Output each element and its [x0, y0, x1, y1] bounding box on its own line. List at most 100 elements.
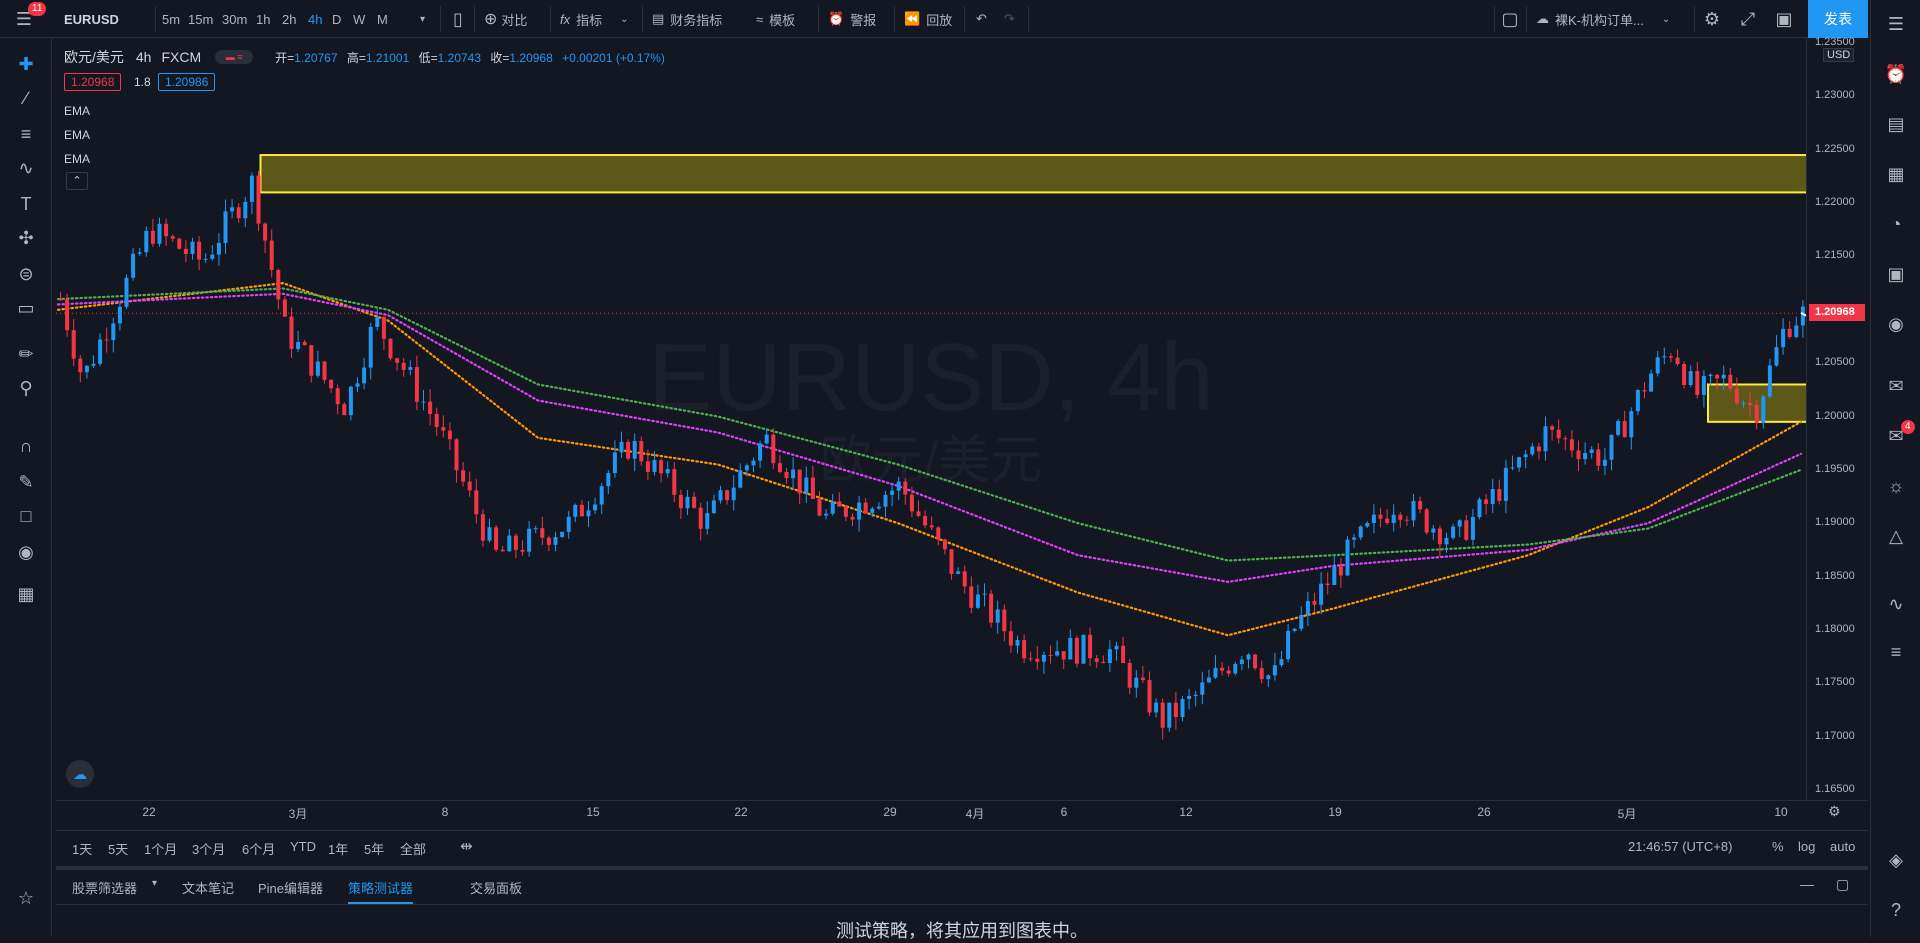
undo-button[interactable]: ↶: [976, 0, 987, 38]
pencil-lock-icon[interactable]: ✎: [14, 470, 38, 494]
study-ema-3[interactable]: EMA: [64, 152, 90, 166]
hotlist-icon[interactable]: ◔: [1884, 212, 1908, 236]
magnet-icon[interactable]: ∩: [14, 434, 38, 458]
visibility-toggle[interactable]: ▬ ≡: [215, 50, 254, 64]
ideas-icon[interactable]: ◉: [1884, 312, 1908, 336]
redo-button[interactable]: ↷: [1004, 0, 1015, 38]
interval-15m[interactable]: 15m: [188, 0, 213, 38]
symbol-search[interactable]: EURUSD: [64, 0, 119, 38]
range-2[interactable]: 1个月: [144, 839, 177, 858]
range-3[interactable]: 3个月: [192, 839, 225, 858]
range-0[interactable]: 1天: [72, 839, 92, 858]
maximize-panel-icon[interactable]: ▢: [1836, 876, 1849, 893]
clock[interactable]: 21:46:57 (UTC+8): [1628, 839, 1732, 854]
interval-2h[interactable]: 2h: [282, 0, 296, 38]
fib-tool-icon[interactable]: ≡: [14, 122, 38, 146]
interval-5m[interactable]: 5m: [162, 0, 180, 38]
chevron-down-icon[interactable]: ▾: [152, 878, 157, 889]
candle-body: [1345, 539, 1350, 576]
interval-D[interactable]: D: [332, 0, 341, 38]
log-toggle[interactable]: log: [1798, 839, 1815, 854]
panel-tab-4[interactable]: 交易面板: [470, 878, 522, 897]
bid-box[interactable]: 1.20968: [64, 73, 122, 91]
crosshair-icon[interactable]: ✚: [14, 52, 38, 76]
candle-style-icon[interactable]: ▯: [446, 7, 470, 31]
forecast-icon[interactable]: ⊜: [14, 262, 38, 286]
financials-button[interactable]: ▤ 财务指标: [652, 0, 722, 38]
panel-tab-2[interactable]: Pine编辑器: [258, 878, 323, 897]
watchlist-icon[interactable]: ☰: [1884, 12, 1908, 36]
compare-label: 对比: [501, 12, 528, 28]
price-chart[interactable]: EURUSD, 4h 欧元/美元: [56, 38, 1806, 800]
data-window-icon[interactable]: ▤: [1884, 112, 1908, 136]
auto-toggle[interactable]: auto: [1830, 839, 1855, 854]
replay-button[interactable]: ⏪ 回放: [904, 0, 952, 38]
range-7[interactable]: 5年: [364, 839, 384, 858]
range-5[interactable]: YTD: [290, 839, 316, 854]
zoom-icon[interactable]: ⚲: [14, 376, 38, 400]
shapes-icon[interactable]: ▭: [14, 296, 38, 320]
pulse-icon[interactable]: ∿: [1884, 592, 1908, 616]
candle-body: [744, 465, 749, 471]
panel-tab-3[interactable]: 策略测试器: [348, 878, 414, 904]
minimize-panel-icon[interactable]: —: [1800, 876, 1814, 892]
interval-4h[interactable]: 4h: [308, 0, 322, 38]
alarm-icon[interactable]: ⏰: [1884, 62, 1908, 86]
indicators-button[interactable]: fx 指标 ⌄: [560, 0, 629, 38]
time-axis[interactable]: 22 3月 8 15 22 29 4月 6 12 19 26 5月 10 ⚙: [56, 800, 1868, 822]
interval-W[interactable]: W: [353, 0, 365, 38]
chart-pane[interactable]: EURUSD, 4h 欧元/美元 欧元/美元 4h FXCM ▬ ≡ 开=1.2…: [56, 38, 1806, 800]
publish-button[interactable]: 发表: [1808, 0, 1868, 38]
depth-icon[interactable]: ≡: [1884, 640, 1908, 664]
legend-title[interactable]: 欧元/美元: [64, 47, 124, 67]
collapse-legend-button[interactable]: ⌃: [66, 172, 88, 190]
gear-icon[interactable]: ⚙: [1700, 7, 1724, 31]
bell-icon[interactable]: △: [1884, 524, 1908, 548]
eye-icon[interactable]: ◉: [14, 540, 38, 564]
calendar-icon[interactable]: ▣: [1884, 262, 1908, 286]
range-6[interactable]: 1年: [328, 839, 348, 858]
layers-icon[interactable]: ◈: [1884, 848, 1908, 872]
panel-tab-0[interactable]: 股票筛选器: [72, 878, 137, 897]
lightbulb-icon[interactable]: ☼: [1884, 474, 1908, 498]
ask-box[interactable]: 1.20986: [158, 73, 216, 91]
more-intervals-icon[interactable]: ▾: [420, 0, 425, 38]
range-4[interactable]: 6个月: [242, 839, 275, 858]
goto-date-icon[interactable]: ⇹: [460, 837, 473, 855]
help-icon[interactable]: ?: [1884, 898, 1908, 922]
interval-30m[interactable]: 30m: [222, 0, 247, 38]
text-tool-icon[interactable]: T: [14, 192, 38, 216]
study-ema-1[interactable]: EMA: [64, 104, 90, 118]
camera-icon[interactable]: ▣: [1772, 7, 1796, 31]
ruler-icon[interactable]: ✏: [14, 342, 38, 366]
panel-tab-1[interactable]: 文本笔记: [182, 878, 234, 897]
range-1[interactable]: 5天: [108, 839, 128, 858]
price-axis[interactable]: 1.235001.230001.225001.220001.215001.210…: [1806, 36, 1868, 800]
interval-M[interactable]: M: [377, 0, 388, 38]
currency-label[interactable]: USD: [1823, 48, 1855, 62]
study-ema-2[interactable]: EMA: [64, 128, 90, 142]
tradingview-logo-icon[interactable]: ☁: [66, 760, 94, 788]
range-8[interactable]: 全部: [400, 839, 426, 858]
pattern-icon[interactable]: ∿: [14, 156, 38, 180]
candle-body: [553, 537, 558, 545]
percent-toggle[interactable]: %: [1772, 839, 1784, 854]
fullscreen-icon[interactable]: ⤢: [1736, 7, 1760, 31]
candle-body: [678, 494, 683, 509]
news-icon[interactable]: ▦: [1884, 162, 1908, 186]
candle-body: [791, 469, 796, 479]
trash-icon[interactable]: ▦: [14, 582, 38, 606]
xabcd-pattern-icon[interactable]: ✣: [14, 226, 38, 250]
layout-square-icon[interactable]: ▢: [1498, 7, 1522, 31]
layout-selector[interactable]: ☁ 裸K-机构订单... ⌄: [1536, 0, 1670, 38]
chat-icon[interactable]: ✉: [1884, 374, 1908, 398]
compare-button[interactable]: ⊕ 对比: [484, 0, 527, 38]
supply-demand-zone[interactable]: [259, 154, 1807, 194]
axis-settings-icon[interactable]: ⚙: [1828, 803, 1841, 820]
interval-1h[interactable]: 1h: [256, 0, 270, 38]
lock-icon[interactable]: □: [14, 504, 38, 528]
star-icon[interactable]: ☆: [14, 886, 38, 910]
templates-button[interactable]: ≈ 模板: [756, 0, 795, 38]
alert-button[interactable]: ⏰ 警报: [828, 0, 876, 38]
trend-line-icon[interactable]: ∕: [14, 86, 38, 110]
